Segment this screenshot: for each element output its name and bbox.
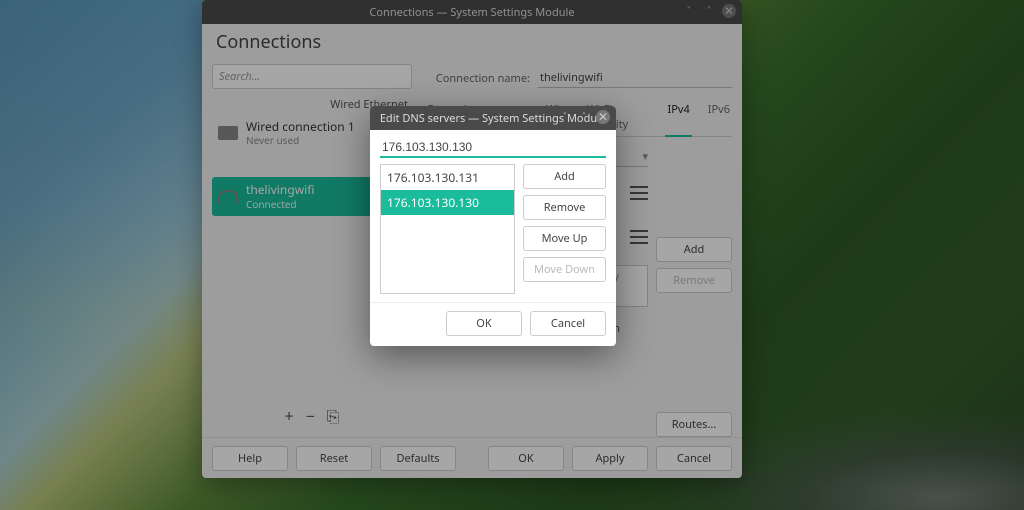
dialog-titlebar[interactable]: Edit DNS servers — System Settings Modul… <box>370 106 616 130</box>
dialog-minimize-icon[interactable]: ˅ <box>558 110 572 124</box>
edit-dns-dialog: Edit DNS servers — System Settings Modul… <box>370 106 616 346</box>
dns-moveup-button[interactable]: Move Up <box>523 226 606 251</box>
dns-list-item[interactable]: 176.103.130.130 <box>381 190 514 215</box>
dns-list-item[interactable]: 176.103.130.131 <box>381 165 514 190</box>
dialog-cancel-button[interactable]: Cancel <box>530 311 606 336</box>
dns-add-button[interactable]: Add <box>523 164 606 189</box>
dialog-close-icon[interactable]: ✕ <box>596 110 610 124</box>
dns-input[interactable] <box>380 138 606 158</box>
desktop-wallpaper: Connections — System Settings Module ˅ ˄… <box>0 0 1024 510</box>
dns-movedown-button[interactable]: Move Down <box>523 257 606 282</box>
dialog-ok-button[interactable]: OK <box>446 311 522 336</box>
dialog-maximize-icon[interactable]: ˄ <box>577 110 591 124</box>
dns-remove-button[interactable]: Remove <box>523 195 606 220</box>
dns-server-list[interactable]: 176.103.130.131 176.103.130.130 <box>380 164 515 294</box>
